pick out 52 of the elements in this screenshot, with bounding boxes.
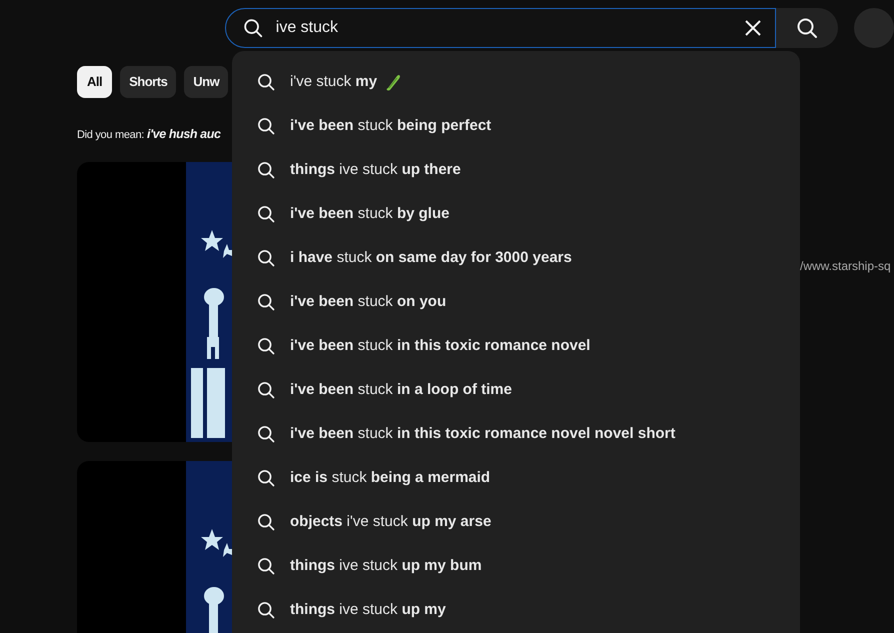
suggestion-item[interactable]: things ive stuck up my	[232, 588, 800, 632]
search-icon	[256, 248, 276, 268]
search-icon	[256, 468, 276, 488]
search-icon	[256, 380, 276, 400]
suggestion-text: i've been stuck in this toxic romance novel	[290, 336, 590, 356]
search-icon	[256, 512, 276, 532]
suggestion-item[interactable]: ice is stuck being a mermaid	[232, 456, 800, 500]
search-icon	[256, 116, 276, 136]
cucumber-icon	[385, 73, 402, 91]
suggestion-item[interactable]: things ive stuck up my bum	[232, 544, 800, 588]
suggestion-text: i've been stuck in a loop of time	[290, 380, 512, 400]
search-icon	[256, 160, 276, 180]
search-icon	[795, 16, 819, 40]
suggestion-text: i've been stuck being perfect	[290, 116, 492, 136]
suggestion-item[interactable]: i've been stuck being perfect	[232, 104, 800, 148]
suggestion-text: i've been stuck by glue	[290, 204, 450, 224]
suggestion-text: ice is stuck being a mermaid	[290, 468, 490, 488]
suggestion-link[interactable]: i've hush auc	[147, 125, 221, 144]
filter-chip[interactable]: Unw	[184, 66, 228, 98]
suggestion-item[interactable]: things ive stuck up there	[232, 148, 800, 192]
search-input-text: ive stuck	[276, 18, 340, 38]
search-icon	[256, 556, 276, 576]
suggestion-item[interactable]: objects i've stuck up my arse	[232, 500, 800, 544]
filter-chip[interactable]: Shorts	[120, 66, 176, 98]
suggestion-item[interactable]: i've been stuck in this toxic romance novel novel short	[232, 412, 800, 456]
search-field[interactable]: ive stuck	[224, 8, 776, 48]
suggestion-text: i've been stuck on you	[290, 292, 446, 312]
description-link[interactable]: /www.starship-sq	[800, 258, 891, 273]
search-icon	[256, 600, 276, 620]
suggestion-text: things ive stuck up there	[290, 160, 461, 180]
search-icon	[256, 424, 276, 444]
search-icon	[256, 336, 276, 356]
close-icon[interactable]	[743, 18, 763, 38]
suggestion-text: objects i've stuck up my arse	[290, 512, 492, 532]
suggestion-text: i've been stuck in this toxic romance novel novel short	[290, 424, 676, 444]
suggestion-item[interactable]: i've been stuck by glue	[232, 192, 800, 236]
search-icon	[242, 16, 264, 38]
suggestion-item[interactable]: i've been stuck in a loop of time	[232, 368, 800, 412]
suggestion-text: things ive stuck up my bum	[290, 556, 482, 576]
search-icon	[256, 72, 276, 92]
suggestion-text: i've stuck my	[290, 72, 378, 92]
search-icon	[256, 204, 276, 224]
suggestion-item[interactable]: i have stuck on same day for 3000 years	[232, 236, 800, 280]
suggestion-item[interactable]: i've stuck my	[232, 60, 800, 104]
search-button[interactable]	[776, 8, 838, 48]
suggestion-item[interactable]: i've been stuck on you	[232, 280, 800, 324]
search-icon	[256, 292, 276, 312]
suggestion-item[interactable]: i've been stuck in this toxic romance novel	[232, 324, 800, 368]
suggestion-text: things ive stuck up my	[290, 600, 446, 620]
did-you-mean-label: Did you mean:	[77, 128, 144, 143]
suggestion-text: i have stuck on same day for 3000 years	[290, 248, 572, 268]
filter-chip[interactable]: All	[77, 66, 112, 98]
